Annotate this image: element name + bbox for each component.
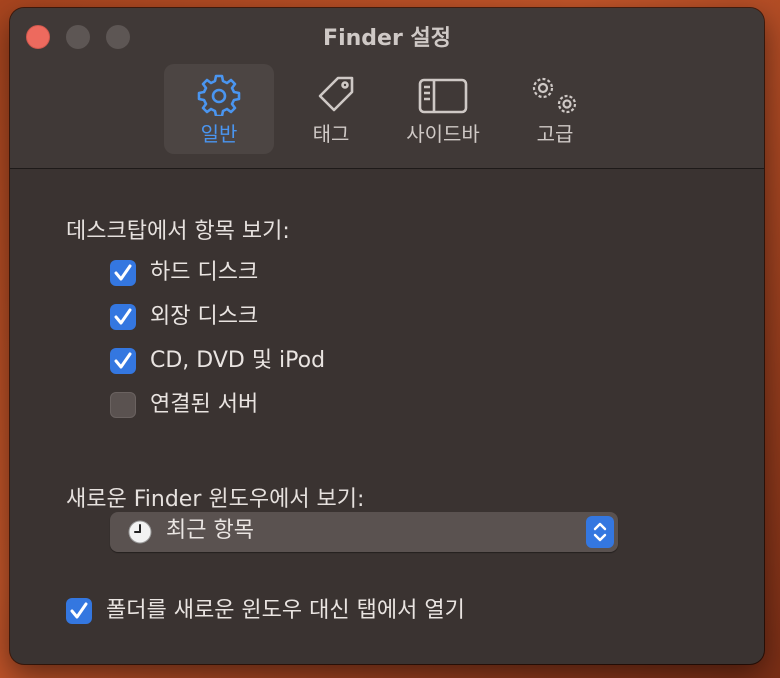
new-window-popup[interactable]: 최근 항목 [110, 512, 618, 552]
new-window-heading: 새로운 Finder 윈도우에서 보기: [66, 487, 365, 512]
finder-settings-window: Finder 설정 일반 태그 사이드바 고급 데스크탑에서 항목 보기: 하드… [10, 8, 764, 664]
connected-servers-label: 연결된 서버 [150, 392, 259, 417]
tab-advanced-label: 고급 [536, 122, 574, 146]
gears-icon [500, 72, 610, 116]
toolbar: Finder 설정 일반 태그 사이드바 고급 [10, 8, 764, 169]
cd-dvd-ipod-checkbox[interactable] [110, 348, 136, 374]
sidebar-icon [388, 72, 498, 116]
external-disks-checkbox[interactable] [110, 304, 136, 330]
popup-chevron-icon[interactable] [586, 516, 614, 548]
window-title: Finder 설정 [323, 26, 451, 51]
open-folders-in-tabs-label: 폴더를 새로운 윈도우 대신 탭에서 열기 [106, 598, 465, 623]
hard-disks-label: 하드 디스크 [150, 260, 259, 285]
open-folders-in-tabs-checkbox[interactable] [66, 598, 92, 624]
tab-sidebar-label: 사이드바 [406, 122, 480, 146]
gear-icon [164, 72, 274, 118]
tab-general-label: 일반 [200, 122, 238, 146]
tab-general[interactable]: 일반 [164, 64, 274, 154]
tab-tags-label: 태그 [312, 122, 350, 146]
new-window-selected-value: 최근 항목 [166, 518, 254, 543]
hard-disks-checkbox[interactable] [110, 260, 136, 286]
cd-dvd-ipod-label: CD, DVD 및 iPod [150, 348, 326, 373]
desktop-items-heading: 데스크탑에서 항목 보기: [66, 219, 290, 244]
general-pane: 데스크탑에서 항목 보기: 하드 디스크 외장 디스크 CD, DVD 및 iP… [10, 169, 764, 664]
tab-advanced[interactable]: 고급 [500, 64, 610, 154]
tab-sidebar[interactable]: 사이드바 [388, 64, 498, 154]
clock-icon [128, 520, 152, 548]
connected-servers-checkbox[interactable] [110, 392, 136, 418]
external-disks-label: 외장 디스크 [150, 304, 259, 329]
tag-icon [276, 72, 386, 116]
tab-tags[interactable]: 태그 [276, 64, 386, 154]
